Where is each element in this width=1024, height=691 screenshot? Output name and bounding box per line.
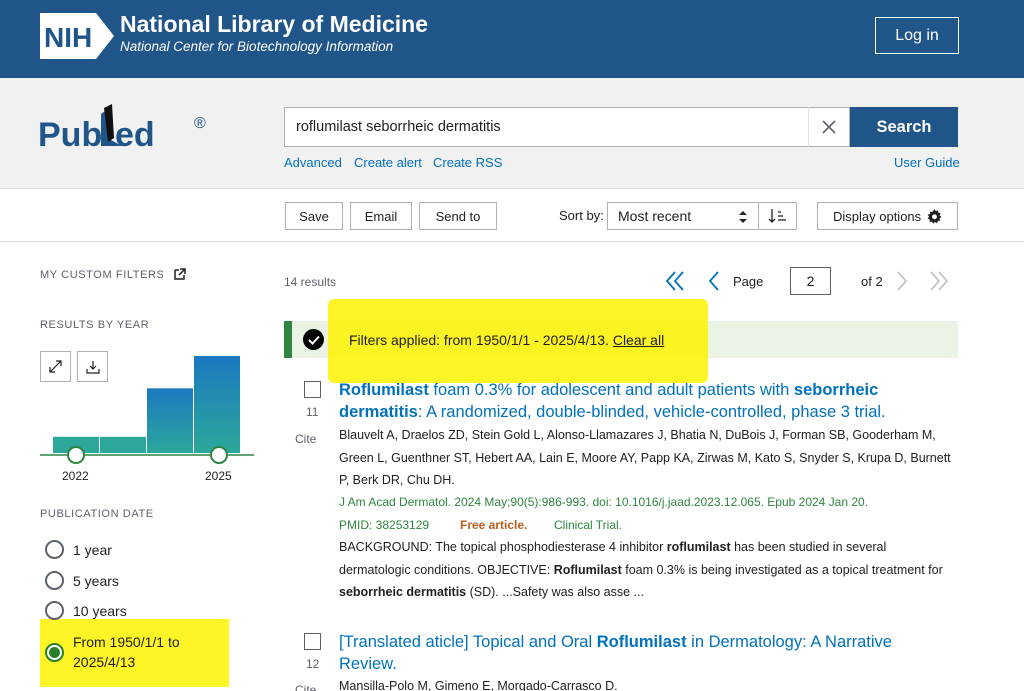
previous-page-icon[interactable] — [705, 270, 723, 292]
result-snippet-11: BACKGROUND: The topical phosphodiesteras… — [339, 536, 954, 604]
date-option-1-year[interactable]: 1 year — [45, 540, 112, 559]
sort-arrows-icon — [739, 211, 747, 223]
pubmed-logo[interactable]: Pub ed ® — [38, 100, 223, 160]
advanced-search-link[interactable]: Advanced — [284, 155, 342, 170]
free-article-badge: Free article. — [460, 518, 528, 532]
search-input[interactable]: roflumilast seborrheic dermatitis — [284, 107, 809, 147]
nih-header: NIH National Library of Medicine Nationa… — [0, 0, 1024, 78]
year-end-label: 2025 — [205, 469, 232, 483]
range-end-handle[interactable] — [210, 446, 228, 464]
external-link-icon — [174, 268, 186, 280]
snippet-highlight: roflumilast — [666, 540, 731, 554]
cite-button-11[interactable]: Cite — [295, 432, 316, 446]
result-number: 12 — [306, 657, 320, 671]
title-highlight: Roflumilast — [339, 381, 429, 399]
radio-icon — [45, 540, 64, 559]
publication-date-label: PUBLICATION DATE — [40, 508, 154, 520]
date-option-custom-range[interactable]: From 1950/1/1 to 2025/4/13 — [45, 632, 180, 672]
date-option-5-years[interactable]: 5 years — [45, 571, 119, 590]
histogram-bar[interactable] — [147, 388, 193, 453]
nih-logo-text: NIH — [44, 22, 92, 53]
date-option-label: 10 years — [73, 602, 127, 619]
page-total: of 2 — [861, 274, 883, 289]
display-options-label: Display options — [833, 208, 922, 224]
pubmed-logo-ed: ed — [115, 116, 155, 154]
result-title-12[interactable]: [Translated aticle] Topical and Oral Rof… — [339, 631, 949, 675]
title-text: [Translated aticle] Topical and Oral — [339, 633, 597, 651]
custom-range-line2: 2025/4/13 — [73, 654, 136, 670]
result-checkbox-12[interactable] — [304, 633, 321, 650]
custom-range-line1: From 1950/1/1 to — [73, 634, 180, 650]
year-start-label: 2022 — [62, 469, 89, 483]
radio-icon — [45, 571, 64, 590]
pubmed-logo-pub: Pub — [38, 116, 102, 154]
date-option-label: 5 years — [73, 572, 119, 589]
snippet-text: BACKGROUND: The topical phosphodiesteras… — [339, 540, 667, 554]
sort-select-value: Most recent — [618, 208, 692, 224]
last-page-icon — [930, 271, 949, 291]
result-journal-11: J Am Acad Dermatol. 2024 May;90(5):986-9… — [339, 495, 869, 509]
sort-order-button[interactable] — [758, 202, 797, 230]
histogram-bar[interactable] — [100, 436, 146, 453]
snippet-highlight: seborrheic dermatitis — [339, 585, 467, 599]
custom-filters-text: MY CUSTOM FILTERS — [40, 269, 165, 281]
login-button[interactable]: Log in — [875, 17, 959, 54]
create-alert-link[interactable]: Create alert — [354, 155, 422, 170]
sort-by-label: Sort by: — [559, 208, 604, 223]
result-authors-12: Mansilla-Polo M, Gimeno E, Morgado-Carra… — [339, 679, 618, 691]
cite-button-12[interactable]: Cite — [295, 683, 316, 691]
title-highlight: Roflumilast — [596, 633, 687, 651]
title-text: foam 0.3% for adolescent and adult patie… — [428, 381, 794, 399]
sort-select[interactable]: Most recent — [607, 202, 759, 230]
results-count: 14 results — [284, 275, 337, 289]
date-option-custom-label: From 1950/1/1 to 2025/4/13 — [73, 632, 180, 672]
result-checkbox-11[interactable] — [304, 381, 321, 398]
email-button[interactable]: Email — [350, 202, 412, 230]
page-number-input[interactable]: 2 — [790, 267, 831, 295]
user-guide-link[interactable]: User Guide — [894, 155, 960, 170]
first-page-icon[interactable] — [664, 270, 686, 292]
results-by-year-label: RESULTS BY YEAR — [40, 319, 150, 331]
publication-type: Clinical Trial. — [554, 518, 623, 532]
custom-filters-label[interactable]: MY CUSTOM FILTERS — [40, 268, 186, 281]
range-start-handle[interactable] — [67, 446, 85, 464]
snippet-text: (SD). ...Safety was also asse ... — [466, 585, 644, 599]
search-button[interactable]: Search — [850, 107, 958, 147]
close-icon — [822, 120, 836, 134]
page-label: Page — [733, 274, 764, 289]
date-option-label: 1 year — [73, 541, 112, 558]
result-pmid-11: PMID: 38253129 — [339, 518, 430, 532]
result-authors-11: Blauvelt A, Draelos ZD, Stein Gold L, Al… — [339, 428, 951, 487]
radio-selected-icon — [45, 642, 64, 662]
pubmed-logo-registered: ® — [194, 115, 206, 132]
clear-all-link[interactable]: Clear all — [613, 332, 664, 348]
filters-applied-text: Filters applied: from 1950/1/1 - 2025/4/… — [349, 332, 664, 348]
filters-applied-label: Filters applied: from 1950/1/1 - 2025/4/… — [349, 332, 609, 348]
result-number: 11 — [306, 405, 319, 419]
gear-icon — [927, 208, 942, 224]
next-page-icon — [897, 271, 908, 291]
clear-search-button[interactable] — [808, 107, 850, 147]
display-options-button[interactable]: Display options — [817, 202, 958, 230]
radio-icon — [45, 601, 64, 620]
year-histogram[interactable] — [40, 350, 256, 468]
nlm-subtitle: National Center for Biotechnology Inform… — [120, 39, 394, 54]
nih-logo[interactable]: NIH — [40, 13, 114, 59]
nlm-title[interactable]: National Library of Medicine — [120, 11, 428, 38]
title-text: : A randomized, double-blinded, vehicle-… — [417, 403, 886, 421]
histogram-bar[interactable] — [194, 356, 240, 453]
send-to-button[interactable]: Send to — [419, 202, 497, 230]
sort-descending-icon — [768, 209, 786, 223]
result-title-11[interactable]: Roflumilast foam 0.3% for adolescent and… — [339, 379, 949, 423]
date-option-10-years[interactable]: 10 years — [45, 601, 127, 620]
snippet-text: foam 0.3% is being investigated as a top… — [621, 562, 943, 577]
snippet-highlight: Roflumilast — [553, 562, 622, 577]
check-circle-icon — [303, 329, 324, 350]
save-button[interactable]: Save — [285, 202, 343, 230]
create-rss-link[interactable]: Create RSS — [433, 155, 502, 170]
